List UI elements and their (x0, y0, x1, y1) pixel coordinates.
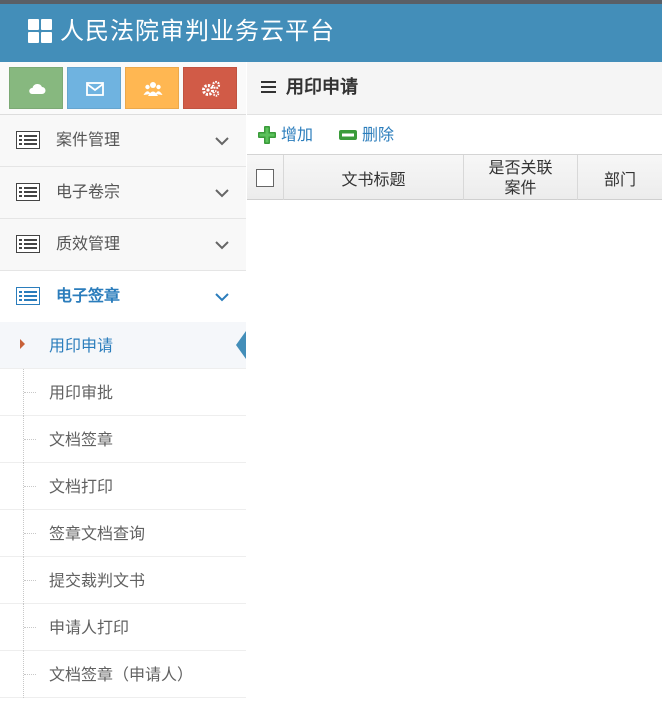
submenu-item-applicant-print[interactable]: 申请人打印 (0, 604, 246, 651)
tree-line (24, 627, 36, 628)
page-header: 用印申请 (247, 62, 662, 115)
column-header-department[interactable]: 部门 (578, 155, 662, 201)
grid-header: 文书标题 是否关联 案件 部门 (247, 154, 662, 201)
submenu-item-seal-approval[interactable]: 用印审批 (0, 369, 246, 416)
shortcut-mail-button[interactable] (67, 67, 121, 109)
app-title: 人民法院审判业务云平台 (60, 17, 335, 45)
submenu-item-document-print[interactable]: 文档打印 (0, 463, 246, 510)
active-pointer-indicator (236, 331, 246, 359)
top-navbar: 人民法院审判业务云平台 (0, 0, 662, 62)
sidebar-item-label: 电子签章 (56, 286, 121, 305)
minus-icon (339, 130, 357, 140)
envelope-icon (86, 82, 104, 96)
chevron-down-icon (215, 241, 229, 250)
caret-right-icon (20, 339, 25, 349)
cloud-icon (29, 83, 46, 94)
list-icon (16, 235, 40, 253)
submenu-item-label: 文档签章 (49, 430, 114, 449)
plus-icon (258, 126, 276, 144)
sidebar-item-electronic-files[interactable]: 电子卷宗 (0, 167, 246, 219)
submenu-item-label: 用印申请 (49, 336, 114, 355)
page-title: 用印申请 (286, 77, 358, 98)
sidebar-item-quality-management[interactable]: 质效管理 (0, 219, 246, 271)
sidebar-item-label: 电子卷宗 (56, 182, 121, 201)
grid-body (247, 200, 662, 708)
tree-line (24, 439, 36, 440)
submenu-item-label: 文档签章（申请人） (49, 665, 194, 684)
submenu-item-seal-application[interactable]: 用印申请 (0, 322, 246, 369)
chevron-down-icon (215, 137, 229, 146)
list-icon (16, 287, 40, 305)
sidebar-shortcuts (0, 62, 246, 115)
column-header-label: 文书标题 (341, 170, 406, 189)
submenu-item-label: 用印审批 (49, 383, 114, 402)
select-all-cell (247, 155, 284, 201)
grid-toolbar: 增加 删除 (247, 116, 662, 154)
chevron-down-icon (215, 189, 229, 198)
submenu-item-submit-judgment[interactable]: 提交裁判文书 (0, 557, 246, 604)
sidebar: 案件管理 电子卷宗 质效管理 电子签章 用印申请 用印审批 文档签章 文档打印 … (0, 62, 246, 708)
select-all-checkbox[interactable] (256, 169, 274, 187)
tree-line (24, 392, 36, 393)
submenu-item-label: 签章文档查询 (49, 524, 146, 543)
cogs-icon (202, 80, 221, 97)
sidebar-submenu-electronic-seal: 用印申请 用印审批 文档签章 文档打印 签章文档查询 提交裁判文书 申请人打印 (0, 322, 246, 708)
submenu-item-sealed-document-query[interactable]: 签章文档查询 (0, 510, 246, 557)
tree-line (24, 674, 36, 675)
column-header-label-line1: 是否关联 (488, 158, 553, 177)
list-icon (16, 183, 40, 201)
add-button[interactable]: 增加 (257, 123, 319, 147)
sidebar-item-label: 质效管理 (56, 234, 121, 253)
column-header-label: 是否关联 案件 (488, 158, 552, 198)
delete-button[interactable]: 删除 (338, 123, 400, 147)
sidebar-item-electronic-seal[interactable]: 电子签章 (0, 271, 246, 323)
shortcut-settings-button[interactable] (183, 67, 237, 109)
tree-line (24, 580, 36, 581)
tree-line (24, 533, 36, 534)
shortcut-cloud-button[interactable] (9, 67, 63, 109)
submenu-item-document-seal-applicant[interactable]: 文档签章（申请人） (0, 651, 246, 698)
shortcut-users-button[interactable] (125, 67, 179, 109)
submenu-item-label: 提交裁判文书 (49, 571, 146, 590)
grid-logo-icon (28, 19, 53, 44)
submenu-item-label: 文档打印 (49, 477, 114, 496)
chevron-down-icon (215, 293, 229, 302)
column-header-title[interactable]: 文书标题 (284, 155, 464, 201)
column-header-label: 部门 (603, 170, 636, 189)
column-header-label-line2: 案件 (504, 178, 537, 197)
main-content: 用印申请 增加 删除 文书标题 是否关联 案件 部门 (247, 62, 662, 708)
submenu-item-document-seal[interactable]: 文档签章 (0, 416, 246, 463)
sidebar-item-case-management[interactable]: 案件管理 (0, 115, 246, 167)
delete-button-label: 删除 (362, 125, 395, 144)
column-header-linked-case[interactable]: 是否关联 案件 (464, 155, 578, 201)
submenu-item-label: 申请人打印 (49, 618, 130, 637)
tree-line (24, 486, 36, 487)
list-icon (16, 131, 40, 149)
add-button-label: 增加 (281, 125, 314, 144)
sidebar-item-label: 案件管理 (56, 130, 121, 149)
hamburger-icon (261, 81, 276, 94)
users-icon (143, 82, 163, 96)
